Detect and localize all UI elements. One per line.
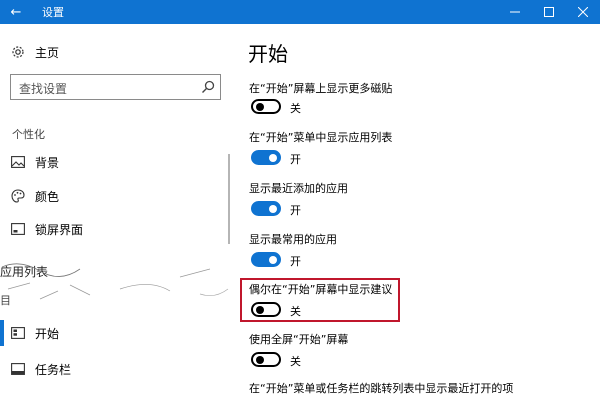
- close-button[interactable]: [566, 0, 600, 24]
- start-icon: [10, 325, 26, 341]
- sidebar: 主页 查找设置 个性化 背景 颜色 锁屏界面 应用列表 目 开始 任务栏: [0, 24, 232, 401]
- lock-screen-icon: [10, 221, 26, 237]
- close-icon: [578, 7, 588, 17]
- sidebar-item-label: 颜色: [35, 189, 60, 204]
- sidebar-item-background[interactable]: 背景: [0, 150, 220, 174]
- search-icon[interactable]: [200, 79, 216, 95]
- sidebar-item-label: 主页: [35, 45, 60, 60]
- sidebar-item-colors[interactable]: 颜色: [0, 184, 220, 208]
- taskbar-icon: [10, 361, 26, 377]
- setting-label-most-used: 显示最常用的应用: [249, 233, 337, 246]
- maximize-button[interactable]: [532, 0, 566, 24]
- sidebar-item-label: 背景: [35, 155, 60, 170]
- sidebar-item-label: 开始: [35, 326, 60, 341]
- toggle-state-text: 关: [290, 355, 301, 368]
- setting-label-more-tiles: 在“开始”屏幕上显示更多磁贴: [249, 82, 393, 95]
- toggle-state-text: 开: [290, 255, 301, 268]
- section-title: 个性化: [12, 128, 45, 141]
- sidebar-item-taskbar[interactable]: 任务栏: [0, 357, 220, 381]
- minimize-icon: [510, 11, 520, 13]
- toggle-suggestions[interactable]: [251, 302, 281, 317]
- setting-label-jump-lists: 在“开始”菜单或任务栏的跳转列表中显示最近打开的项: [249, 382, 514, 395]
- toggle-most-used[interactable]: [251, 252, 281, 267]
- section-title: 目: [0, 294, 11, 307]
- sidebar-item-label: 任务栏: [35, 362, 72, 377]
- palette-icon: [10, 188, 26, 204]
- window-title: 设置: [42, 6, 64, 19]
- toggle-state-text: 关: [290, 305, 301, 318]
- search-placeholder: 查找设置: [19, 82, 68, 96]
- toggle-recently-added[interactable]: [251, 201, 281, 216]
- sidebar-item-home[interactable]: 主页: [0, 40, 220, 64]
- setting-label-full-screen: 使用全屏“开始”屏幕: [249, 333, 349, 346]
- toggle-knob: [256, 305, 264, 314]
- toggle-more-tiles[interactable]: [251, 99, 281, 114]
- main-panel: 开始 在“开始”屏幕上显示更多磁贴 关 在“开始”菜单中显示应用列表 开 显示最…: [232, 24, 600, 401]
- back-arrow-icon: ←: [10, 4, 22, 20]
- maximize-icon: [544, 7, 554, 17]
- toggle-knob: [269, 204, 277, 213]
- title-bar: ← 设置: [0, 0, 600, 24]
- toggle-knob: [269, 255, 277, 264]
- toggle-state-text: 关: [290, 102, 301, 115]
- toggle-knob: [269, 153, 277, 162]
- sidebar-item-label: 锁屏界面: [35, 222, 84, 237]
- setting-label-app-list: 在“开始”菜单中显示应用列表: [249, 131, 393, 144]
- toggle-knob: [256, 355, 264, 364]
- toggle-state-text: 开: [290, 204, 301, 217]
- search-input[interactable]: 查找设置: [10, 74, 221, 100]
- minimize-button[interactable]: [498, 0, 532, 24]
- gear-icon: [10, 44, 26, 60]
- toggle-app-list[interactable]: [251, 150, 281, 165]
- tooltip-text: 应用列表: [0, 265, 49, 279]
- toggle-state-text: 开: [290, 153, 301, 166]
- sidebar-item-start[interactable]: 开始: [0, 321, 220, 345]
- setting-label-recently-added: 显示最近添加的应用: [249, 182, 348, 195]
- setting-label-suggestions: 偶尔在“开始”屏幕中显示建议: [249, 283, 393, 296]
- page-title: 开始: [248, 42, 288, 66]
- image-icon: [10, 154, 26, 170]
- toggle-knob: [256, 102, 264, 111]
- back-button[interactable]: ←: [0, 0, 32, 24]
- tooltip: 应用列表: [0, 236, 220, 279]
- sidebar-scrollbar[interactable]: [228, 154, 230, 244]
- toggle-full-screen[interactable]: [251, 352, 281, 367]
